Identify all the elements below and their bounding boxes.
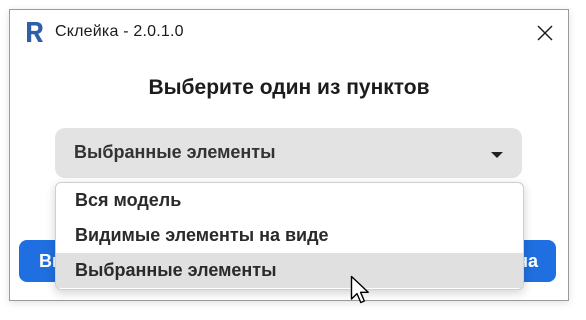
caret-down-icon — [491, 152, 503, 158]
title-bar[interactable]: Склейка - 2.0.1.0 — [10, 10, 568, 54]
option-visible-in-view[interactable]: Видимые элементы на виде — [56, 218, 523, 253]
window-title: Склейка - 2.0.1.0 — [55, 23, 184, 40]
option-selected-elements[interactable]: Выбранные элементы — [56, 253, 523, 288]
select-dropdown-list: Вся модель Видимые элементы на виде Выбр… — [55, 182, 524, 290]
option-all-model[interactable]: Вся модель — [56, 183, 523, 218]
dialog-heading: Выберите один из пунктов — [148, 76, 430, 99]
scope-select[interactable]: Выбранные элементы — [55, 128, 522, 178]
close-icon[interactable] — [528, 16, 562, 50]
select-current-value: Выбранные элементы — [74, 142, 276, 162]
mouse-pointer-icon — [350, 275, 369, 304]
revit-r-icon — [27, 22, 43, 42]
dialog-window: Склейка - 2.0.1.0 Выберите один из пункт… — [9, 9, 569, 304]
